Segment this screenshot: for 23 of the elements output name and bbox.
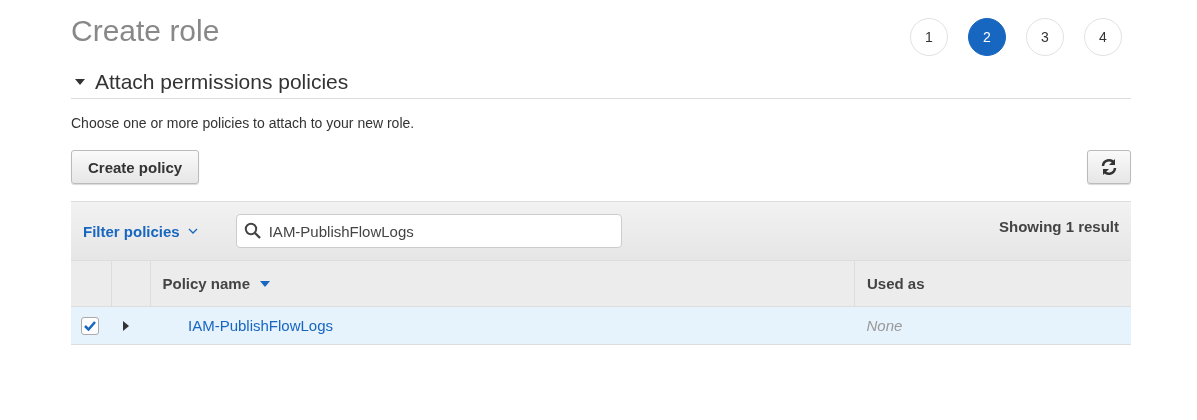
refresh-button[interactable] <box>1087 150 1131 184</box>
step-indicator[interactable]: 2 <box>968 18 1006 56</box>
policy-link[interactable]: IAM-PublishFlowLogs <box>162 317 334 334</box>
result-count: Showing 1 result <box>999 217 1119 235</box>
chevron-icon <box>187 228 198 234</box>
sort-icon[interactable] <box>260 280 271 287</box>
column-header[interactable]: Policy name <box>162 275 251 292</box>
step-indicator[interactable]: 3 <box>1026 18 1064 56</box>
filter-dropdown[interactable]: Filter policies <box>83 222 198 240</box>
caret-icon[interactable] <box>75 77 85 87</box>
step-indicator[interactable]: 4 <box>1084 18 1122 56</box>
column-header[interactable]: Used as <box>867 275 925 292</box>
step-indicator[interactable]: 1 <box>910 18 948 56</box>
description-text: Choose one or more policies to attach to your new role. <box>71 115 415 131</box>
section-title: Attach permissions policies <box>95 70 349 94</box>
create-policy-button[interactable]: Create policy <box>71 150 200 184</box>
expand-icon[interactable] <box>123 321 130 331</box>
page-title: Create role <box>71 14 220 48</box>
refresh-icon <box>1100 158 1118 176</box>
search-field[interactable]: IAM-PublishFlowLogs <box>235 214 622 248</box>
search-icon <box>243 222 262 240</box>
row-checkbox[interactable] <box>81 316 99 335</box>
table-cell: None <box>866 317 903 334</box>
